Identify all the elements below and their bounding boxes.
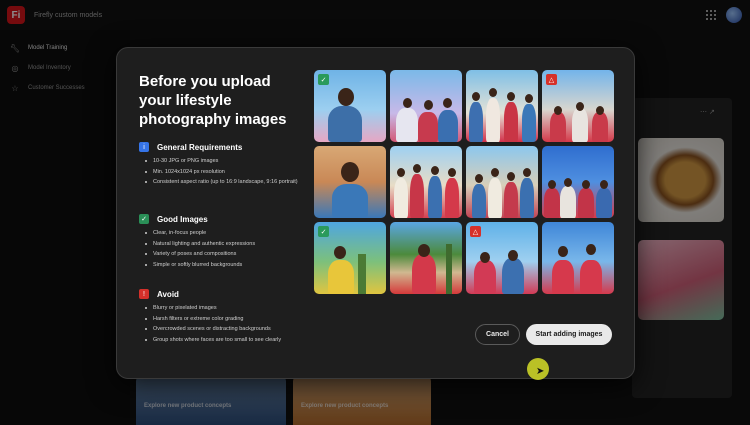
start-adding-images-button[interactable]: Start adding images xyxy=(526,324,612,345)
check-icon: ✓ xyxy=(139,214,149,224)
mouse-pointer-icon: ➤ xyxy=(536,366,545,377)
top-bar: Fi Firefly custom models xyxy=(0,0,750,30)
example-photo-grid: ✓ △ ✓ △ xyxy=(314,70,614,294)
example-photo xyxy=(466,70,538,142)
list-item: Natural lighting and authentic expressio… xyxy=(145,239,314,250)
sidebar-item-customer-successes[interactable]: ☆ Customer Successes xyxy=(0,78,130,98)
app-title: Firefly custom models xyxy=(34,11,103,19)
list-item: Blurry or pixelated images xyxy=(145,303,314,314)
sidebar-item-label: Model Inventory xyxy=(28,65,71,71)
list-item: Simple or softly blurred backgrounds xyxy=(145,260,314,271)
cancel-button[interactable]: Cancel xyxy=(475,324,520,345)
general-requirements-section: i General Requirements 10-30 JPG or PNG … xyxy=(139,141,314,188)
avoid-section: ! Avoid Blurry or pixelated images Harsh… xyxy=(139,288,314,345)
list-item: Consistent aspect ratio (up to 16:9 land… xyxy=(145,177,314,188)
example-photo: ✓ xyxy=(314,70,386,142)
upload-guidelines-modal: Before you upload your lifestyle photogr… xyxy=(116,47,635,379)
list-item: Variety of poses and compositions xyxy=(145,249,314,260)
panel-more-icon[interactable]: ⋯ ↗ xyxy=(700,108,715,116)
top-right-controls xyxy=(706,7,742,23)
list-item: Overcrowded scenes or distracting backgr… xyxy=(145,324,314,335)
example-photo xyxy=(390,222,462,294)
gallery-tile-room[interactable] xyxy=(638,240,724,320)
star-icon: ☆ xyxy=(11,83,19,93)
modal-title: Before you upload your lifestyle photogr… xyxy=(139,73,287,128)
example-photo xyxy=(542,222,614,294)
gallery-tile-pie[interactable] xyxy=(638,138,724,222)
sidebar-item-model-inventory[interactable]: ◎ Model Inventory xyxy=(0,58,130,78)
example-photo xyxy=(314,146,386,218)
sidebar-item-label: Customer Successes xyxy=(28,85,85,91)
avoid-example-badge-icon: △ xyxy=(470,226,481,237)
example-photo xyxy=(390,146,462,218)
example-photo: ✓ xyxy=(314,222,386,294)
sidebar: 🔧︎ Model Training ◎ Model Inventory ☆ Cu… xyxy=(0,30,130,425)
sidebar-item-label: Model Training xyxy=(28,45,68,51)
example-photo: △ xyxy=(542,70,614,142)
concept-card[interactable]: Explore new product concepts xyxy=(136,376,286,425)
user-avatar[interactable] xyxy=(726,7,742,23)
good-images-section: ✓ Good Images Clear, in-focus people Nat… xyxy=(139,213,314,270)
sidebar-item-model-training[interactable]: 🔧︎ Model Training xyxy=(0,38,130,58)
list-item: Group shots where faces are too small to… xyxy=(145,335,314,346)
section-title: General Requirements xyxy=(157,142,243,152)
firefly-logo[interactable]: Fi xyxy=(7,6,25,24)
apps-grid-icon[interactable] xyxy=(706,10,716,20)
good-example-badge-icon: ✓ xyxy=(318,226,329,237)
example-photo: △ xyxy=(466,222,538,294)
good-example-badge-icon: ✓ xyxy=(318,74,329,85)
section-title: Good Images xyxy=(157,214,208,224)
info-icon: i xyxy=(139,142,149,152)
example-photo xyxy=(466,146,538,218)
avoid-example-badge-icon: △ xyxy=(546,74,557,85)
list-item: 10-30 JPG or PNG images xyxy=(145,156,314,167)
cube-icon: ◎ xyxy=(11,63,19,73)
wrench-icon: 🔧︎ xyxy=(9,43,21,53)
warning-icon: ! xyxy=(139,289,149,299)
concept-card-title: Explore new product concepts xyxy=(144,403,232,409)
example-photo xyxy=(542,146,614,218)
list-item: Min. 1024x1024 px resolution xyxy=(145,167,314,178)
example-photo xyxy=(390,70,462,142)
list-item: Clear, in-focus people xyxy=(145,228,314,239)
concept-card[interactable]: Explore new product concepts xyxy=(293,376,431,425)
section-title: Avoid xyxy=(157,289,179,299)
list-item: Harsh filters or extreme color grading xyxy=(145,314,314,325)
concept-card-title: Explore new product concepts xyxy=(301,403,389,409)
